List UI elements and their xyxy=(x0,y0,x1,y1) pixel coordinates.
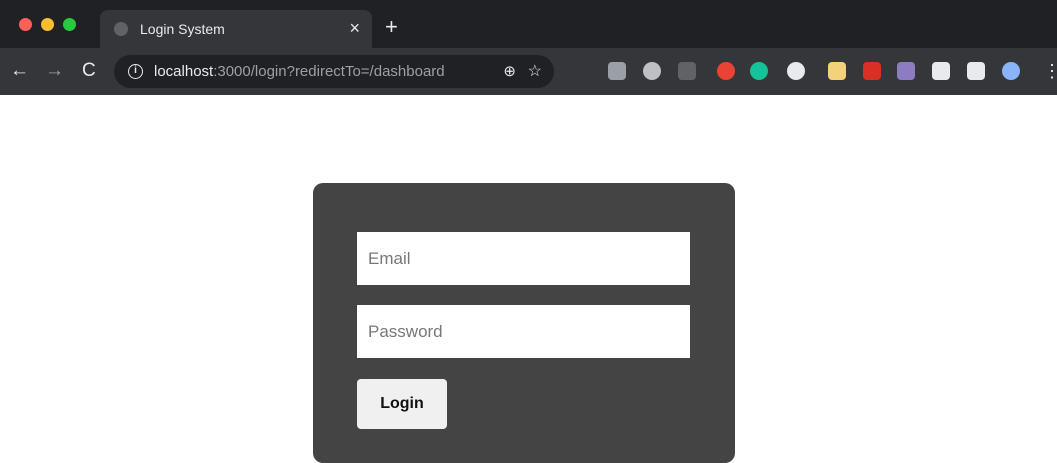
ext-gray-square-icon[interactable] xyxy=(608,62,626,80)
close-tab-icon[interactable]: × xyxy=(349,18,360,38)
profile-avatar-icon[interactable] xyxy=(1002,62,1020,80)
browser-menu-icon[interactable]: ⋮ xyxy=(1043,60,1057,82)
ext-purple-icon[interactable] xyxy=(897,62,915,80)
login-form-card: Login xyxy=(313,183,735,463)
back-button[interactable]: ← xyxy=(10,59,29,83)
extensions-puzzle-icon[interactable] xyxy=(932,62,950,80)
reading-list-icon[interactable] xyxy=(967,62,985,80)
url-host: localhost xyxy=(154,63,214,80)
ext-s-icon[interactable] xyxy=(787,62,805,80)
ext-target-icon[interactable] xyxy=(643,62,661,80)
forward-button[interactable]: → xyxy=(45,59,64,83)
maximize-window-button[interactable] xyxy=(63,18,76,31)
password-field[interactable] xyxy=(357,305,690,358)
zoom-icon[interactable]: ⊕ xyxy=(503,62,516,80)
address-bar[interactable]: i localhost:3000/login?redirectTo=/dashb… xyxy=(114,55,554,88)
globe-icon xyxy=(114,22,128,36)
ext-red-icon[interactable] xyxy=(863,62,881,80)
tab-login-system[interactable]: Login System × xyxy=(100,10,372,48)
browser-chrome: Login System × + ← → C i localhost:3000/… xyxy=(0,0,1057,95)
ext-pencil-icon[interactable] xyxy=(828,62,846,80)
ext-signal-icon[interactable] xyxy=(678,62,696,80)
info-icon[interactable]: i xyxy=(128,64,143,79)
reload-button[interactable]: C xyxy=(82,59,96,83)
ext-red-shield-icon[interactable] xyxy=(717,62,735,80)
ext-green-circle-icon[interactable] xyxy=(750,62,768,80)
url-path: :3000/login?redirectTo=/dashboard xyxy=(213,63,445,80)
new-tab-button[interactable]: + xyxy=(385,16,398,38)
browser-toolbar: ← → C i localhost:3000/login?redirectTo=… xyxy=(0,48,1057,95)
bookmark-star-icon[interactable]: ☆ xyxy=(528,61,542,81)
url-text[interactable]: localhost:3000/login?redirectTo=/dashboa… xyxy=(154,63,445,80)
close-window-button[interactable] xyxy=(19,18,32,31)
login-button[interactable]: Login xyxy=(357,379,447,429)
minimize-window-button[interactable] xyxy=(41,18,54,31)
tab-title: Login System xyxy=(140,21,225,37)
tab-bar: Login System × + xyxy=(0,0,1057,48)
email-field[interactable] xyxy=(357,232,690,285)
